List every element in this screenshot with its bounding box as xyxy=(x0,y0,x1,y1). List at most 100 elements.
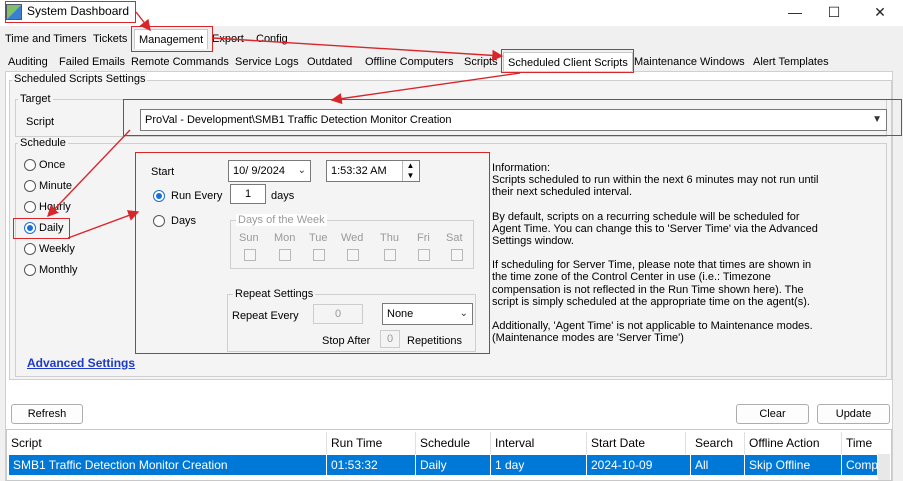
repeat-every-input[interactable]: 0 xyxy=(313,304,363,324)
cell-search: All xyxy=(691,455,745,475)
run-every-label: Run Every xyxy=(171,190,223,202)
scheduled-client-scripts-highlight-box xyxy=(501,49,634,73)
tab-export[interactable]: Export xyxy=(208,29,248,49)
column-header-time[interactable]: Time xyxy=(842,432,891,454)
vertical-scrollbar[interactable] xyxy=(878,454,890,480)
weekday-fri-label: Fri xyxy=(417,232,430,244)
scheduled-scripts-table: Script Run Time Schedule Interval Start … xyxy=(6,429,892,481)
tab-failed-emails[interactable]: Failed Emails xyxy=(55,52,129,72)
radio-icon[interactable] xyxy=(24,159,36,171)
close-icon[interactable]: ✕ xyxy=(870,3,890,21)
weekday-fri-checkbox[interactable] xyxy=(418,249,430,261)
column-header-start-date[interactable]: Start Date xyxy=(587,432,686,454)
repeat-every-label: Repeat Every xyxy=(232,310,299,322)
weekday-mon-label: Mon xyxy=(274,232,296,244)
script-select-highlight-box xyxy=(123,99,902,136)
weekday-wed-checkbox[interactable] xyxy=(347,249,359,261)
tab-time-and-timers[interactable]: Time and Timers xyxy=(1,29,91,49)
radio-label: Minute xyxy=(39,180,73,192)
cell-offline-action: Skip Offline xyxy=(745,455,842,475)
minimize-icon[interactable]: — xyxy=(785,3,805,21)
info-heading: Information: xyxy=(492,162,551,174)
window-title-highlight-box xyxy=(5,1,136,23)
cell-schedule: Daily xyxy=(416,455,491,475)
start-label: Start xyxy=(151,166,175,178)
settings-heading: Scheduled Scripts Settings xyxy=(12,73,148,85)
table-row[interactable]: SMB1 Traffic Detection Monitor Creation … xyxy=(9,455,877,475)
days-label: Days xyxy=(171,215,197,227)
stop-after-label: Stop After xyxy=(322,335,371,347)
repeat-unit-select[interactable]: None ⌄ xyxy=(382,303,473,325)
time-spinner[interactable]: ▲ ▼ xyxy=(402,161,418,181)
info-paragraph-2: By default, scripts on a recurring sched… xyxy=(492,210,818,248)
weekday-sat-checkbox[interactable] xyxy=(451,249,463,261)
column-header-search[interactable]: Search xyxy=(691,432,745,454)
radio-icon[interactable] xyxy=(24,180,36,192)
radio-label: Hourly xyxy=(39,201,71,213)
tab-outdated[interactable]: Outdated xyxy=(303,52,356,72)
chevron-down-icon: ⌄ xyxy=(297,165,306,176)
start-date-picker[interactable]: 10/ 9/2024 ⌄ xyxy=(228,160,311,182)
spin-down-icon[interactable]: ▼ xyxy=(403,171,418,181)
table-header: Script Run Time Schedule Interval Start … xyxy=(7,432,891,454)
management-tab-highlight-box xyxy=(131,26,213,52)
weekday-thu-label: Thu xyxy=(380,232,399,244)
refresh-button[interactable]: Refresh xyxy=(11,404,83,424)
radio-icon[interactable] xyxy=(24,243,36,255)
tab-maintenance-windows[interactable]: Maintenance Windows xyxy=(630,52,749,72)
radio-label: Once xyxy=(39,159,66,171)
schedule-legend: Schedule xyxy=(18,137,68,149)
tab-alert-templates[interactable]: Alert Templates xyxy=(749,52,833,72)
run-every-input[interactable]: 1 xyxy=(230,184,266,204)
maximize-icon[interactable]: ☐ xyxy=(824,3,844,21)
weekday-mon-checkbox[interactable] xyxy=(279,249,291,261)
cell-script: SMB1 Traffic Detection Monitor Creation xyxy=(9,455,327,475)
advanced-settings-link[interactable]: Advanced Settings xyxy=(27,356,135,370)
days-of-week-group xyxy=(230,220,474,269)
weekday-tue-checkbox[interactable] xyxy=(313,249,325,261)
radio-icon[interactable] xyxy=(24,201,36,213)
weekday-sun-checkbox[interactable] xyxy=(244,249,256,261)
info-paragraph-3: If scheduling for Server Time, please no… xyxy=(492,259,812,308)
radio-label: Daily xyxy=(39,222,64,234)
radio-label: Weekly xyxy=(39,243,75,255)
column-header-offline-action[interactable]: Offline Action xyxy=(745,432,842,454)
target-legend: Target xyxy=(18,93,53,105)
weekday-tue-label: Tue xyxy=(309,232,328,244)
tab-tickets[interactable]: Tickets xyxy=(89,29,131,49)
days-radio[interactable] xyxy=(153,215,165,227)
column-header-interval[interactable]: Interval xyxy=(491,432,587,454)
days-of-week-legend: Days of the Week xyxy=(236,214,327,226)
script-label: Script xyxy=(26,116,55,128)
cell-time: Comp xyxy=(846,458,877,472)
radio-icon[interactable] xyxy=(24,264,36,276)
tab-offline-computers[interactable]: Offline Computers xyxy=(361,52,457,72)
column-header-run-time[interactable]: Run Time xyxy=(327,432,416,454)
weekday-sun-label: Sun xyxy=(239,232,259,244)
column-header-script[interactable]: Script xyxy=(7,432,327,454)
cell-interval: 1 day xyxy=(491,455,587,475)
weekday-wed-label: Wed xyxy=(341,232,364,244)
tab-config[interactable]: Config xyxy=(252,29,292,49)
radio-label: Monthly xyxy=(39,264,78,276)
tab-remote-commands[interactable]: Remote Commands xyxy=(127,52,233,72)
tab-auditing[interactable]: Auditing xyxy=(4,52,52,72)
repeat-settings-legend: Repeat Settings xyxy=(233,288,316,300)
weekday-thu-checkbox[interactable] xyxy=(384,249,396,261)
stop-after-input[interactable]: 0 xyxy=(380,330,400,348)
radio-checked-icon[interactable] xyxy=(24,222,36,234)
repeat-unit-value: None xyxy=(387,308,414,320)
cell-run-time: 01:53:32 xyxy=(327,455,416,475)
tab-service-logs[interactable]: Service Logs xyxy=(231,52,303,72)
cell-start-date: 2024-10-09 xyxy=(587,455,691,475)
tab-scripts[interactable]: Scripts xyxy=(460,52,502,72)
column-header-schedule[interactable]: Schedule xyxy=(416,432,491,454)
sub-tab-bar: Auditing Failed Emails Remote Commands S… xyxy=(0,52,903,72)
clear-button[interactable]: Clear xyxy=(736,404,809,424)
run-every-radio[interactable] xyxy=(153,190,165,202)
start-time-value: 1:53:32 AM xyxy=(331,165,387,177)
information-text: Information: Scripts scheduled to run wi… xyxy=(492,162,822,344)
update-button[interactable]: Update xyxy=(817,404,890,424)
spin-up-icon[interactable]: ▲ xyxy=(403,161,418,171)
weekday-sat-label: Sat xyxy=(446,232,463,244)
